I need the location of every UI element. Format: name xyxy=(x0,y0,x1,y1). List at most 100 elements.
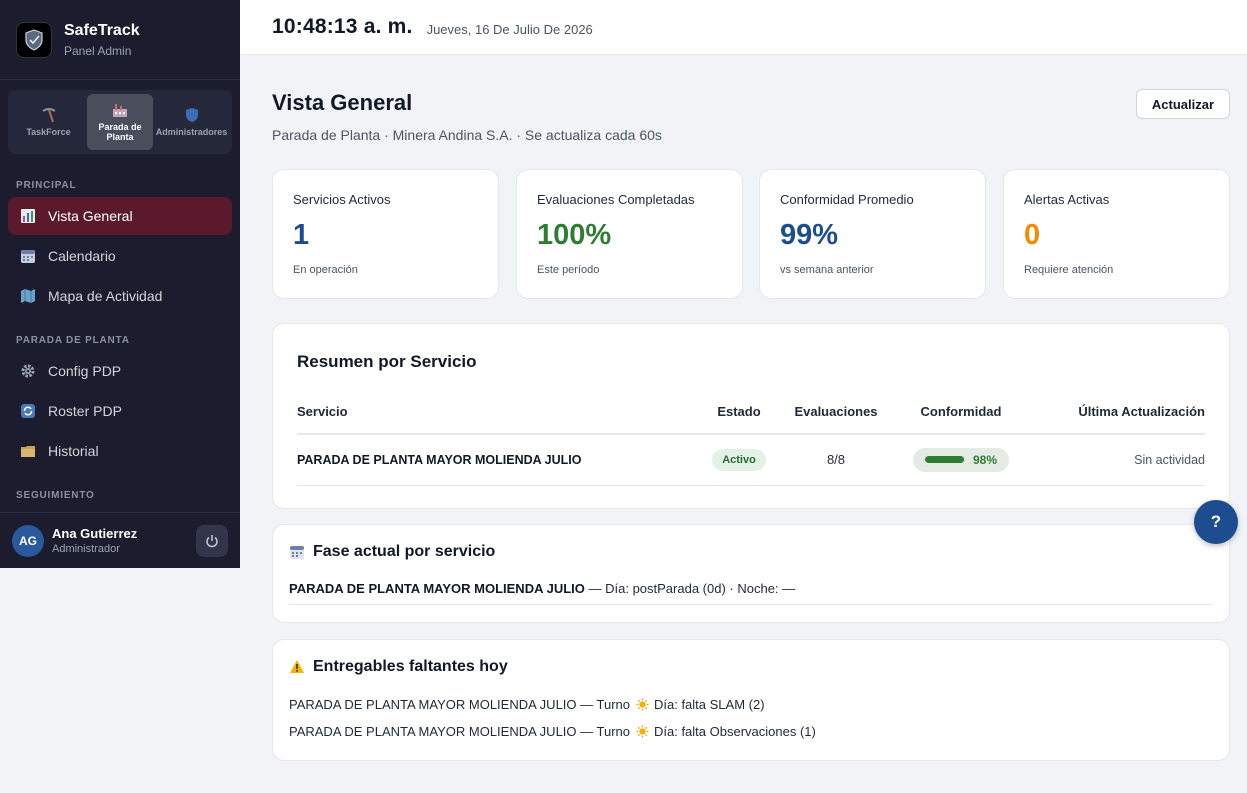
nav-label: Config PDP xyxy=(48,363,122,379)
section-principal: PRINCIPAL xyxy=(16,180,77,191)
factory-icon xyxy=(113,104,127,117)
table-header-row: Servicio Estado Evaluaciones Conformidad… xyxy=(297,390,1205,435)
nav-vista-general[interactable]: Vista General xyxy=(8,197,232,235)
column-header-evaluaciones: Evaluaciones xyxy=(781,390,891,435)
nav-label: Historial xyxy=(48,443,99,459)
module-taskforce[interactable]: TaskForce xyxy=(10,94,87,150)
list-item: PARADA DE PLANTA MAYOR MOLIENDA JULIO — … xyxy=(289,691,1213,718)
module-switcher: TaskForce Parada de Planta Administrador… xyxy=(8,90,232,154)
nav-historial[interactable]: Historial xyxy=(8,432,232,470)
power-icon xyxy=(206,534,218,547)
module-label: Parada de Planta xyxy=(98,122,142,142)
deliverable-prefix: PARADA DE PLANTA MAYOR MOLIENDA JULIO — … xyxy=(289,724,630,739)
nav-config-pdp[interactable]: Config PDP xyxy=(8,352,232,390)
stat-note: Requiere atención xyxy=(1024,264,1114,276)
user-role: Administrador xyxy=(52,543,120,555)
stat-label: Evaluaciones Completadas xyxy=(537,192,695,207)
bar-chart-icon xyxy=(20,208,36,224)
refresh-icon xyxy=(20,403,36,419)
conformity-progress-fill xyxy=(924,456,965,464)
nav-label: Calendario xyxy=(48,248,116,264)
service-name: PARADA DE PLANTA MAYOR MOLIENDA JULIO xyxy=(297,434,697,486)
conformity-progress-bar xyxy=(924,456,965,464)
nav-label: Mapa de Actividad xyxy=(48,288,163,304)
stat-label: Conformidad Promedio xyxy=(780,192,914,207)
warning-icon xyxy=(289,659,305,675)
current-date: Jueves, 16 De Julio De 2026 xyxy=(426,21,593,37)
section-seguimiento: SEGUIMIENTO xyxy=(16,490,95,501)
brand-title: SafeTrack xyxy=(64,21,140,39)
stat-note: vs semana anterior xyxy=(780,264,874,276)
stat-card-servicios-activos: Servicios Activos 1 En operación xyxy=(272,169,499,299)
deliverable-suffix: Día: falta Observaciones (1) xyxy=(653,724,816,739)
deliverable-prefix: PARADA DE PLANTA MAYOR MOLIENDA JULIO — … xyxy=(289,697,630,712)
phase-title: Fase actual por servicio xyxy=(313,543,496,560)
conformity-pill: 98% xyxy=(912,447,1010,472)
service-summary-card: Resumen por Servicio Servicio Estado Eva… xyxy=(272,323,1230,509)
nav-label: Vista General xyxy=(48,208,133,224)
table-row[interactable]: PARADA DE PLANTA MAYOR MOLIENDA JULIO Ac… xyxy=(297,434,1205,486)
module-administradores[interactable]: Administradores xyxy=(153,94,230,150)
deliverables-title-row: Entregables faltantes hoy xyxy=(289,658,1213,676)
nav-label: Roster PDP xyxy=(48,403,122,419)
stat-label: Alertas Activas xyxy=(1024,192,1110,207)
stat-value: 100% xyxy=(537,219,612,251)
status-cell: Activo xyxy=(697,434,781,486)
missing-deliverables-card: Entregables faltantes hoy PARADA DE PLAN… xyxy=(272,639,1230,761)
top-bar: 10:48:13 a. m. Jueves, 16 De Julio De 20… xyxy=(240,0,1247,55)
section-parada-de-planta: PARADA DE PLANTA xyxy=(16,335,130,346)
sidebar: SafeTrack Panel Admin TaskForce Parada d… xyxy=(0,0,240,568)
logout-button[interactable] xyxy=(196,524,228,557)
stat-note: Este período xyxy=(537,264,600,276)
pickaxe-icon xyxy=(41,108,56,123)
user-name: Ana Gutierrez xyxy=(52,526,138,541)
stat-card-conformidad-promedio: Conformidad Promedio 99% vs semana anter… xyxy=(759,169,986,299)
deliverables-list: PARADA DE PLANTA MAYOR MOLIENDA JULIO — … xyxy=(289,691,1213,745)
nav-mapa-de-actividad[interactable]: Mapa de Actividad xyxy=(8,277,232,315)
last-update-cell: Sin actividad xyxy=(1031,434,1205,486)
sun-icon xyxy=(636,725,649,738)
refresh-button[interactable]: Actualizar xyxy=(1136,89,1230,119)
current-phase-card: Fase actual por servicio PARADA DE PLANT… xyxy=(272,524,1230,623)
help-button[interactable]: ? xyxy=(1194,500,1238,544)
stat-value: 99% xyxy=(780,219,839,251)
clock: 10:48:13 a. m. xyxy=(272,15,413,38)
shield-logo-icon xyxy=(25,28,43,51)
map-icon xyxy=(20,288,36,304)
conformity-value: 98% xyxy=(972,452,998,467)
sun-icon xyxy=(636,698,649,711)
shield-icon xyxy=(185,108,198,122)
stat-value: 1 xyxy=(293,219,310,251)
list-item: PARADA DE PLANTA MAYOR MOLIENDA JULIO — … xyxy=(289,718,1213,745)
page-subtitle: Parada de Planta · Minera Andina S.A. · … xyxy=(272,127,662,143)
page-title: Vista General xyxy=(272,90,413,115)
phase-title-row: Fase actual por servicio xyxy=(289,543,1213,561)
nav-roster-pdp[interactable]: Roster PDP xyxy=(8,392,232,430)
stat-label: Servicios Activos xyxy=(293,192,391,207)
stat-note: En operación xyxy=(293,264,358,276)
column-header-conformidad: Conformidad xyxy=(891,390,1031,435)
module-label: Administradores xyxy=(155,127,228,137)
phase-service-name: PARADA DE PLANTA MAYOR MOLIENDA JULIO xyxy=(289,581,585,596)
safetrack-logo[interactable] xyxy=(16,21,52,58)
summary-title: Resumen por Servicio xyxy=(297,352,477,371)
brand-subtitle: Panel Admin xyxy=(64,43,132,58)
phase-detail: — Día: postParada (0d) · Noche: — xyxy=(584,581,796,596)
stat-card-evaluaciones-completadas: Evaluaciones Completadas 100% Este perío… xyxy=(516,169,743,299)
avatar[interactable]: AG xyxy=(12,524,44,557)
deliverable-suffix: Día: falta SLAM (2) xyxy=(653,697,765,712)
folder-icon xyxy=(20,443,36,459)
column-header-estado: Estado xyxy=(697,390,781,435)
gear-icon xyxy=(20,363,36,379)
evaluations-cell: 8/8 xyxy=(781,434,891,486)
column-header-ultima-actualizacion: Última Actualización xyxy=(1031,390,1205,435)
module-parada-de-planta[interactable]: Parada de Planta xyxy=(87,94,153,150)
nav-calendario[interactable]: Calendario xyxy=(8,237,232,275)
calendar-icon xyxy=(20,248,36,264)
user-panel: AG Ana Gutierrez Administrador xyxy=(0,512,240,568)
conformity-cell: 98% xyxy=(891,434,1031,486)
column-header-servicio: Servicio xyxy=(297,390,697,435)
status-badge: Activo xyxy=(712,448,766,471)
module-label: TaskForce xyxy=(26,127,71,137)
stat-value: 0 xyxy=(1024,219,1041,251)
